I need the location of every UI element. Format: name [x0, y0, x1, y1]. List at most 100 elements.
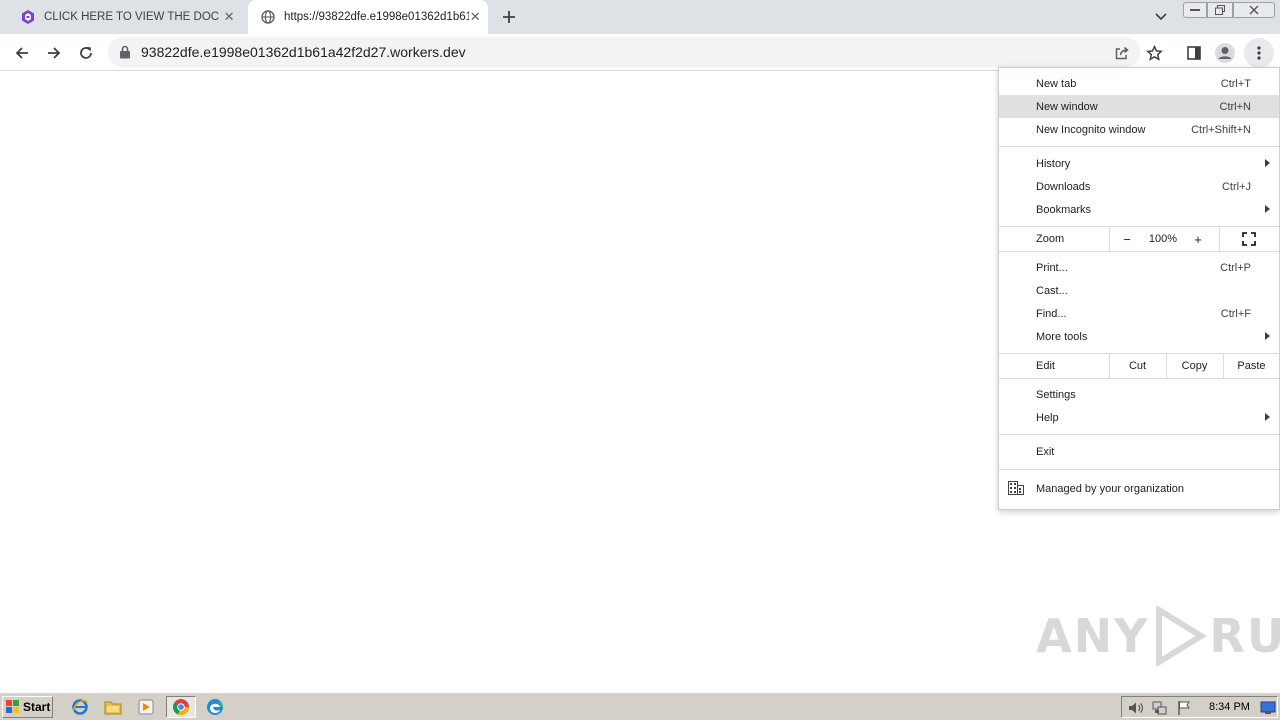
menu-separator	[999, 469, 1279, 470]
zoom-row: Zoom − 100% +	[999, 227, 1279, 251]
profile-avatar-icon[interactable]	[1213, 41, 1237, 65]
globe-icon	[260, 9, 276, 25]
tab-search-chevron-icon[interactable]	[1150, 7, 1172, 27]
menu-item-label: Downloads	[1036, 180, 1091, 193]
menu-item-label: History	[1036, 157, 1071, 170]
taskbar-clock[interactable]: 8:34 PM	[1209, 701, 1250, 713]
menu-item-label: Find...	[1036, 307, 1067, 320]
menu-item-shortcut: Ctrl+T	[1220, 77, 1251, 90]
menu-item-shortcut: Ctrl+F	[1220, 307, 1251, 320]
menu-item-print[interactable]: Print... Ctrl+P	[999, 256, 1279, 279]
menu-item-label: New Incognito window	[1036, 123, 1146, 136]
menu-item-cast[interactable]: Cast...	[999, 279, 1279, 302]
submenu-arrow-icon	[1265, 413, 1270, 421]
tab-title: https://93822dfe.e1998e01362d1b61a42f2d2…	[284, 11, 469, 23]
volume-icon[interactable]	[1128, 700, 1144, 716]
menu-item-downloads[interactable]: Downloads Ctrl+J	[999, 175, 1279, 198]
file-explorer-icon[interactable]	[102, 697, 124, 717]
zoom-out-button[interactable]: −	[1113, 227, 1141, 251]
minimize-button[interactable]	[1183, 2, 1207, 18]
menu-item-label: Exit	[1036, 445, 1055, 458]
menu-item-new-tab[interactable]: New tab Ctrl+T	[999, 72, 1279, 95]
kebab-menu-icon	[1257, 46, 1261, 60]
menu-item-find[interactable]: Find... Ctrl+F	[999, 302, 1279, 325]
internet-explorer-icon[interactable]	[69, 697, 91, 717]
chrome-main-menu: New tab Ctrl+T New window Ctrl+N New Inc…	[998, 67, 1280, 510]
play-logo-icon	[1156, 606, 1208, 666]
tab-document[interactable]: CLICK HERE TO VIEW THE DOCUMENT ✕	[8, 0, 244, 34]
menu-separator	[999, 251, 1279, 252]
network-icon[interactable]	[1152, 700, 1168, 716]
menu-item-help[interactable]: Help	[999, 406, 1279, 429]
tab-close-icon[interactable]: ✕	[220, 6, 238, 28]
menu-item-settings[interactable]: Settings	[999, 383, 1279, 406]
anyrun-watermark: ANY RUN	[1036, 606, 1280, 666]
menu-item-label: More tools	[1036, 330, 1088, 343]
managed-by-organization[interactable]: Managed by your organization	[999, 476, 1279, 502]
tab-close-icon[interactable]: ✕	[469, 6, 482, 28]
menu-item-more-tools[interactable]: More tools	[999, 325, 1279, 348]
menu-item-new-window[interactable]: New window Ctrl+N	[999, 95, 1279, 118]
submenu-arrow-icon	[1265, 332, 1270, 340]
menu-separator	[999, 434, 1279, 435]
reload-button[interactable]	[73, 40, 99, 66]
watermark-text-left: ANY	[1036, 609, 1150, 663]
menu-item-label: New window	[1036, 100, 1098, 113]
building-icon	[1008, 481, 1024, 498]
bookmark-star-icon[interactable]	[1142, 41, 1166, 65]
menu-item-label: Settings	[1036, 388, 1076, 401]
menu-item-label: Bookmarks	[1036, 203, 1092, 216]
chrome-menu-button[interactable]	[1244, 38, 1274, 68]
menu-item-exit[interactable]: Exit	[999, 440, 1279, 463]
submenu-arrow-icon	[1265, 159, 1270, 167]
menu-item-shortcut: Ctrl+J	[1221, 180, 1251, 193]
submenu-arrow-icon	[1265, 205, 1270, 213]
tab-workers-dev[interactable]: https://93822dfe.e1998e01362d1b61a42f2d2…	[248, 0, 488, 34]
tab-title: CLICK HERE TO VIEW THE DOCUMENT	[44, 11, 220, 23]
system-tray: 8:34 PM	[1121, 696, 1278, 718]
zoom-divider	[1219, 227, 1220, 251]
address-bar[interactable]: 93822dfe.e1998e01362d1b61a42f2d27.worker…	[108, 37, 1140, 67]
copy-button[interactable]: Copy	[1167, 354, 1222, 378]
action-center-flag-icon[interactable]	[1176, 700, 1192, 716]
menu-item-bookmarks[interactable]: Bookmarks	[999, 198, 1279, 221]
url-text[interactable]: 93822dfe.e1998e01362d1b61a42f2d27.worker…	[141, 44, 466, 60]
show-desktop-icon[interactable]	[1260, 700, 1276, 716]
menu-item-shortcut: Ctrl+Shift+N	[1191, 123, 1251, 136]
lock-icon[interactable]	[119, 45, 133, 59]
side-panel-icon[interactable]	[1182, 41, 1206, 65]
start-button[interactable]: Start	[2, 696, 53, 718]
close-window-button[interactable]	[1233, 2, 1275, 18]
windows-taskbar: Start 8:34 PM	[0, 692, 1280, 720]
edit-row: Edit Cut Copy Paste	[999, 354, 1279, 378]
restore-button[interactable]	[1207, 2, 1233, 18]
forward-button[interactable]	[41, 40, 67, 66]
zoom-in-button[interactable]: +	[1185, 227, 1211, 251]
browser-toolbar: 93822dfe.e1998e01362d1b61a42f2d27.worker…	[0, 34, 1280, 71]
zoom-level: 100%	[1148, 233, 1178, 245]
menu-item-label: Help	[1036, 411, 1059, 424]
share-icon[interactable]	[1112, 43, 1132, 63]
app-logo-icon	[20, 9, 36, 25]
paste-button[interactable]: Paste	[1224, 354, 1279, 378]
chrome-taskbar-icon[interactable]	[166, 696, 196, 718]
menu-item-new-incognito-window[interactable]: New Incognito window Ctrl+Shift+N	[999, 118, 1279, 141]
back-button[interactable]	[9, 40, 35, 66]
menu-separator	[999, 146, 1279, 147]
menu-item-label: Print...	[1036, 261, 1068, 274]
menu-item-label: New tab	[1036, 77, 1077, 90]
menu-item-shortcut: Ctrl+P	[1220, 261, 1251, 274]
edit-label: Edit	[1036, 360, 1055, 372]
menu-separator	[999, 378, 1279, 379]
zoom-label: Zoom	[1036, 233, 1065, 245]
menu-item-shortcut: Ctrl+N	[1219, 100, 1251, 113]
zoom-divider	[1109, 227, 1110, 251]
fullscreen-icon[interactable]	[1237, 227, 1261, 251]
windows-flag-icon	[6, 700, 19, 713]
menu-item-history[interactable]: History	[999, 152, 1279, 175]
new-tab-button[interactable]	[497, 5, 521, 29]
cut-button[interactable]: Cut	[1110, 354, 1165, 378]
menu-item-label: Cast...	[1036, 284, 1068, 297]
edge-icon[interactable]	[204, 697, 226, 717]
media-player-icon[interactable]	[135, 697, 157, 717]
